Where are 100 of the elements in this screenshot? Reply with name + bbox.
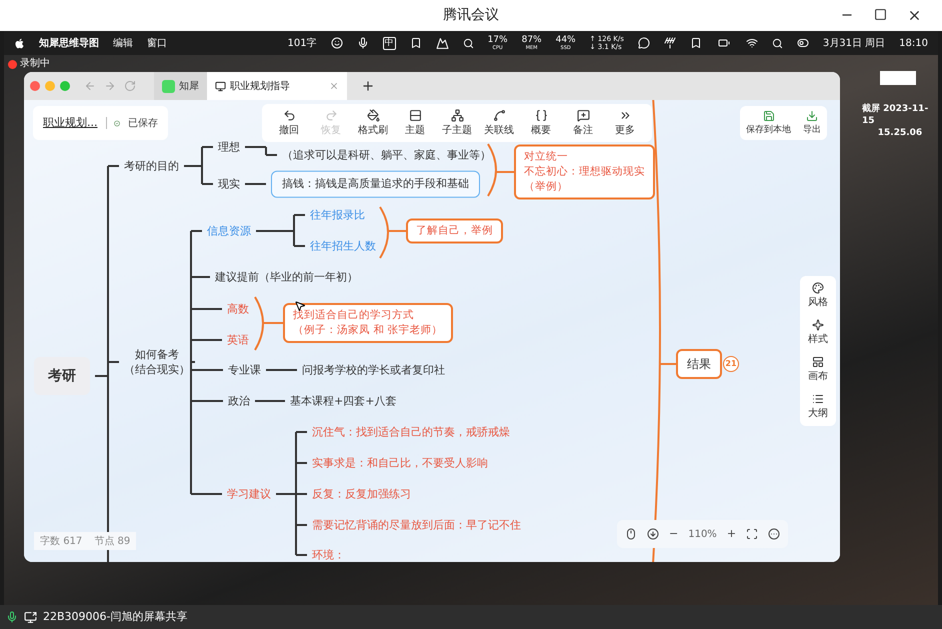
- antenna-icon: [664, 37, 676, 49]
- close-icon: [907, 8, 922, 23]
- menu-date: 3月31日 周日: [822, 36, 886, 50]
- summary-note[interactable]: 找到适合自己的学习方式 （例子：汤家凤 和 张宇老师）: [283, 303, 453, 343]
- summary-bracket: [379, 206, 407, 259]
- root-topic[interactable]: 考研: [34, 357, 90, 395]
- close-icon: [329, 81, 339, 91]
- browser-tab[interactable]: 知犀: [154, 72, 207, 100]
- forward-icon: [104, 80, 116, 92]
- app-name: 知犀思维导图: [39, 36, 99, 50]
- topic-node[interactable]: （追求可以是科研、躺平、家庭、事业等）: [282, 148, 491, 162]
- bookmark-icon: [410, 37, 422, 49]
- topic-node[interactable]: 现实: [218, 176, 240, 192]
- monitor-icon: [215, 80, 226, 92]
- tab-label: 职业规划指导: [230, 80, 291, 94]
- topic-node[interactable]: 专业课: [228, 362, 261, 378]
- document-title[interactable]: 职业规划...: [43, 114, 98, 132]
- control-center-icon: [796, 37, 809, 49]
- branch-line: [183, 146, 214, 185]
- maximize-icon: [874, 8, 887, 21]
- tab-label: 知犀: [179, 80, 199, 94]
- save-status: 已保存: [128, 116, 158, 130]
- fit-screen-icon: [746, 528, 758, 540]
- search-icon: [772, 38, 783, 48]
- window-title: 腾讯会议: [443, 6, 499, 25]
- back-icon: [84, 80, 96, 92]
- stat-text: 节点 89: [94, 534, 130, 548]
- screenshot-thumbnail: [880, 71, 916, 85]
- branch-line: [265, 369, 298, 371]
- topic-node[interactable]: 考研的目的: [124, 158, 179, 174]
- branch-line: [254, 400, 286, 402]
- toolbar-button[interactable]: 概要: [520, 108, 562, 138]
- undo-icon: [282, 108, 296, 122]
- summary-note[interactable]: 对立统一 不忘初心：理想驱动现实 （举例）: [514, 144, 655, 200]
- topic-line[interactable]: 如何备考: [135, 347, 179, 362]
- system-logo-icon: [14, 38, 25, 48]
- share-label: 22B309006-闫旭的屏幕共享: [43, 608, 188, 625]
- topic-node[interactable]: 搞钱：搞钱是高质量追求的手段和基础: [271, 170, 480, 198]
- new-tab-icon: [361, 79, 375, 93]
- file-action-button[interactable]: 保存到本地: [744, 110, 793, 136]
- screenshot-label: 截屏 2023-11-15: [862, 103, 930, 127]
- zoom-level: 110%: [688, 528, 717, 542]
- zoom-out-button[interactable]: −: [669, 526, 678, 542]
- toolbar-button[interactable]: 撤回: [268, 108, 310, 138]
- curve-line-icon: [492, 108, 506, 122]
- summary-bracket: [487, 143, 515, 197]
- summary-note[interactable]: 了解自己，举例: [406, 218, 503, 244]
- redo-icon: [324, 108, 338, 122]
- topic-node[interactable]: 基本课程+四套+八套: [290, 394, 396, 408]
- palette-icon: [812, 282, 824, 294]
- toolbar-button[interactable]: 格式刷: [352, 108, 394, 138]
- menu-item[interactable]: 窗口: [147, 36, 167, 50]
- count-badge: 21: [723, 356, 739, 372]
- smiley-icon: [330, 37, 343, 49]
- toolbar-button[interactable]: 更多: [604, 108, 646, 138]
- stat-value: 17%: [488, 36, 508, 44]
- microphone-icon: [356, 37, 369, 49]
- input-method-indicator[interactable]: 中: [382, 36, 396, 50]
- bracket-icon: [534, 108, 548, 122]
- app-logo-icon: [162, 80, 175, 92]
- toolbar-button[interactable]: 主题: [394, 108, 436, 138]
- toolbar-button[interactable]: 子主题: [436, 108, 478, 138]
- save-icon: [762, 110, 774, 122]
- menu-item[interactable]: 编辑: [113, 36, 133, 50]
- download-icon: [806, 110, 818, 122]
- file-action-button[interactable]: 导出: [801, 110, 823, 136]
- branch-line: [255, 214, 306, 247]
- branch-line: [244, 146, 278, 156]
- recording-label: 录制中: [20, 58, 50, 70]
- zoom-in-button[interactable]: +: [726, 526, 736, 542]
- topic-node[interactable]: 问报考学校的学长或者复印社: [302, 362, 445, 378]
- topic-node[interactable]: 建议提前（毕业的前一年初）: [215, 270, 358, 284]
- side-panel-button[interactable]: 画布: [808, 356, 828, 383]
- toolbar-button[interactable]: 备注: [562, 108, 604, 138]
- subtopic-icon: [450, 108, 464, 122]
- menu-time: 18:10: [899, 36, 928, 50]
- side-panel-button[interactable]: 风格: [808, 282, 828, 309]
- browser-tab[interactable]: 职业规划指导: [207, 72, 347, 100]
- word-count: 101字: [287, 36, 317, 50]
- stat-value: 87%: [522, 36, 542, 44]
- summary-bracket: [254, 296, 284, 351]
- toolbar-button[interactable]: 关联线: [478, 108, 520, 138]
- topic-node[interactable]: 理想: [218, 140, 240, 154]
- summary-node[interactable]: 结果: [676, 349, 722, 379]
- microphone-icon: [6, 611, 18, 623]
- side-panel-button[interactable]: 大纲: [808, 393, 828, 420]
- mouse-icon: [625, 528, 637, 540]
- topic-node[interactable]: 政治: [228, 394, 250, 408]
- screenshot-label: 15.25.06: [878, 127, 922, 139]
- chat-bubble-icon: [638, 37, 650, 49]
- topic-icon: [408, 108, 422, 122]
- search-icon: [462, 38, 474, 48]
- layout-icon: [812, 356, 824, 368]
- stat-text: 字数 617: [40, 534, 82, 548]
- reload-icon: [124, 80, 136, 92]
- comment-plus-icon: [576, 108, 590, 122]
- more-icon: [768, 528, 780, 540]
- sparkle-icon: [812, 319, 824, 331]
- side-panel-button[interactable]: 样式: [808, 319, 828, 346]
- topic-line[interactable]: （结合现实）: [124, 362, 190, 377]
